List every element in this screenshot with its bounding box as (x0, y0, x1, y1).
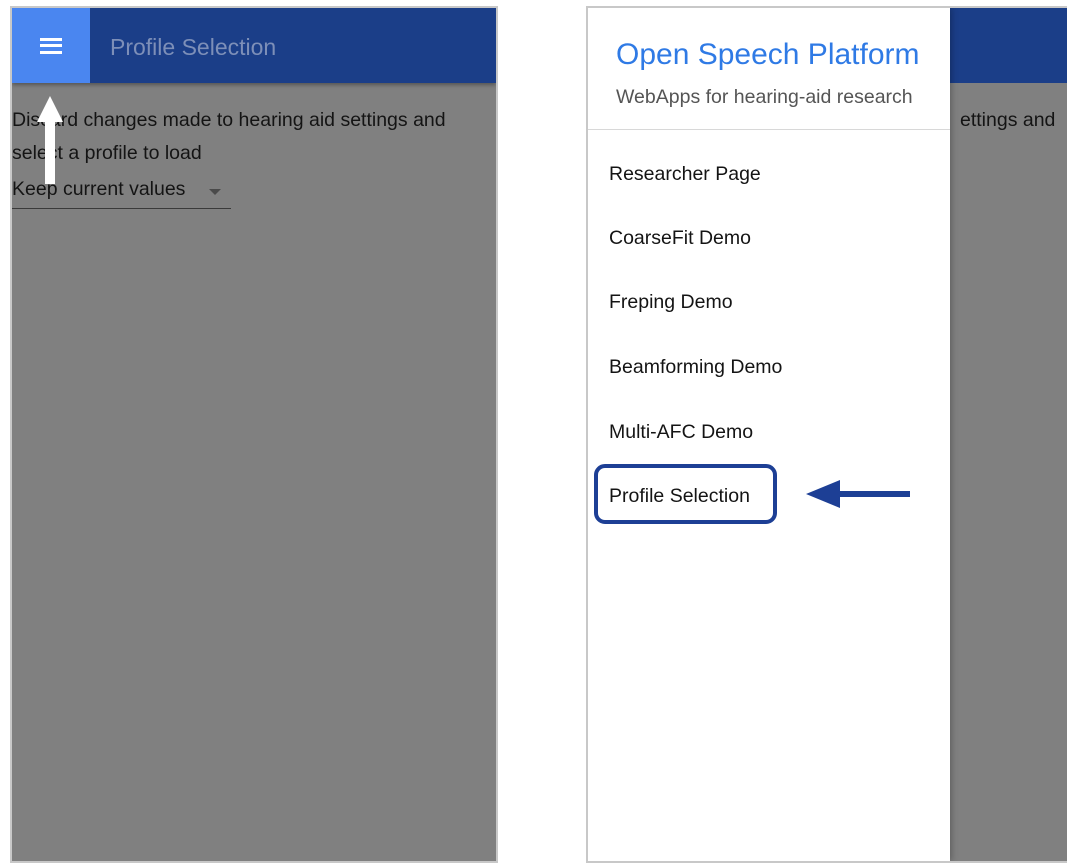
nav-item-multi-afc-demo[interactable]: Multi-AFC Demo (609, 418, 753, 446)
nav-item-freping-demo[interactable]: Freping Demo (609, 288, 733, 316)
nav-item-researcher-page[interactable]: Researcher Page (609, 160, 761, 188)
navigation-drawer: Open Speech Platform WebApps for hearing… (588, 8, 950, 861)
hamburger-menu-icon (40, 37, 62, 54)
left-arrow-icon (806, 480, 910, 508)
discard-message: Discard changes made to hearing aid sett… (12, 104, 482, 170)
nav-item-coarsefit-demo[interactable]: CoarseFit Demo (609, 224, 751, 252)
drawer-subtitle: WebApps for hearing-aid research (616, 86, 913, 108)
message-line-1: Discard changes made to hearing aid sett… (12, 109, 446, 131)
right-screen: ettings and Open Speech Platform WebApps… (586, 6, 1067, 863)
left-screen: Profile Selection Discard changes made t… (10, 6, 498, 863)
up-arrow-icon (37, 96, 63, 184)
app-bar: Profile Selection (12, 8, 496, 83)
message-line-2: select a profile to load (12, 142, 202, 164)
caret-down-icon (209, 189, 221, 195)
nav-item-beamforming-demo[interactable]: Beamforming Demo (609, 353, 782, 381)
page-title: Profile Selection (110, 34, 277, 60)
drawer-title: Open Speech Platform (616, 38, 920, 71)
background-message-fragment: ettings and (960, 109, 1056, 131)
menu-button[interactable] (12, 8, 90, 83)
drawer-divider (588, 129, 950, 130)
profile-selection-highlight (594, 464, 777, 524)
